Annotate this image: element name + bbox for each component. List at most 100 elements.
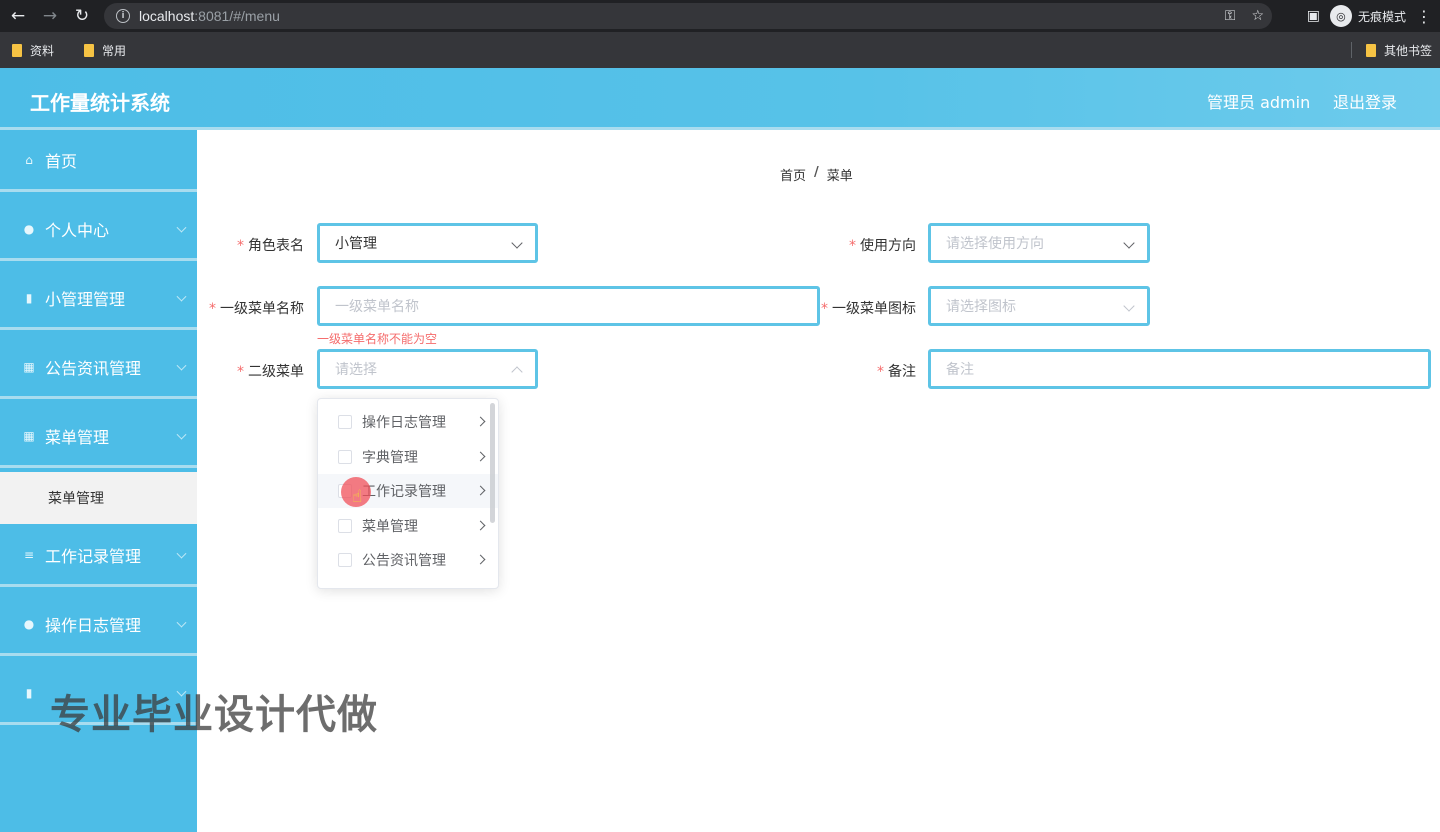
sidebar-item-label: 小管理管理 [45,289,126,309]
bookmark-folder-other[interactable]: 其他书签 [1350,32,1432,68]
menu2-cascader[interactable]: 请选择 [317,349,538,389]
star-icon[interactable]: ☆ [1251,8,1264,24]
reload-icon[interactable]: ↻ [68,2,96,30]
dropdown-option[interactable]: 操作日志管理 [318,405,498,439]
bookmark-label: 常用 [102,43,127,58]
sidebar-subitem-label: 菜单管理 [48,491,104,507]
kebab-menu-icon[interactable]: ⋮ [1416,7,1432,26]
bookmarks-bar: 资料 常用 其他书签 [0,32,1440,68]
breadcrumb-current: 菜单 [826,169,853,184]
app-title: 工作量统计系统 [30,91,170,115]
menu2-placeholder: 请选择 [335,362,377,378]
address-bar[interactable]: i localhost:8081/#/menu ⚿ ☆ [104,3,1272,29]
clipboard-icon: ▮ [25,685,33,700]
sidebar-subitem-menu-manage[interactable]: 菜单管理 [0,472,197,524]
grid-icon: ▦ [23,359,35,374]
logout-link[interactable]: 退出登录 [1333,89,1397,113]
side-panel-icon[interactable]: ▣ [1307,8,1320,24]
browser-toolbar: ← → ↻ i localhost:8081/#/menu ⚿ ☆ ▣ ◎ 无痕… [0,0,1440,32]
menu1-name-input[interactable]: 一级菜单名称 [317,286,820,326]
role-select-value: 小管理 [335,236,377,252]
checkbox[interactable] [338,553,352,567]
checkbox[interactable] [338,519,352,533]
sidebar-item-label: 公告资讯管理 [45,358,142,378]
chevron-right-icon [475,554,486,565]
chevron-right-icon [475,485,486,496]
menu1-name-error: 一级菜单名称不能为空 [317,332,438,346]
remark-input[interactable]: 备注 [928,349,1431,389]
menu2-label: * 二级菜单 [237,364,304,380]
menu1-icon-select[interactable]: 请选择图标 [928,286,1150,326]
chevron-right-icon [475,416,486,427]
breadcrumb: 首页 / 菜单 [780,165,853,184]
key-icon[interactable]: ⚿ [1225,8,1236,24]
sidebar-item-label: 工作记录管理 [45,546,142,566]
dropdown-option-label: 菜单管理 [362,519,418,535]
sidebar-item-label: 个人中心 [45,220,110,240]
chevron-down-icon [176,222,187,233]
chevron-right-icon [475,451,486,462]
chevron-down-icon [176,429,187,440]
dropdown-option[interactable]: 公告资讯管理 [318,543,498,577]
sidebar-item-menu[interactable]: ▦ 菜单管理 [0,406,197,468]
chevron-down-icon [176,291,187,302]
bookmark-folder-changyong[interactable]: 常用 [84,42,126,59]
watermark-text: 专业毕业设计代做 [50,692,378,738]
chevron-down-icon [511,237,523,249]
menu1-name-placeholder: 一级菜单名称 [335,299,419,315]
sidebar-item-announcements[interactable]: ▦ 公告资讯管理 [0,337,197,399]
dropdown-option[interactable]: 菜单管理 [318,509,498,543]
folder-icon [1365,43,1376,57]
menu1-icon-label: * 一级菜单图标 [821,301,916,317]
menu1-name-label: * 一级菜单名称 [209,301,304,317]
dropdown-option-label: 字典管理 [362,450,418,466]
chevron-down-icon [176,548,187,559]
url-path: :8081/#/menu [194,8,280,24]
sidebar-item-label: 首页 [45,151,78,171]
folder-icon [84,43,95,57]
bookmark-label: 其他书签 [1383,43,1432,58]
dropdown-option[interactable]: 字典管理 [318,440,498,474]
dropdown-option-label: 工作记录管理 [362,484,446,500]
direction-label: * 使用方向 [849,238,916,254]
dropdown-option-label: 公告资讯管理 [362,553,446,569]
list-icon: ≡ [23,547,35,562]
dropdown-scrollbar[interactable] [490,403,495,523]
sidebar-item-label: 操作日志管理 [45,615,142,635]
chevron-up-icon [511,366,523,378]
grid-icon: ▦ [23,428,35,443]
sidebar-item-label: 菜单管理 [45,427,110,447]
bookmark-folder-ziliao[interactable]: 资料 [12,42,54,59]
direction-select[interactable]: 请选择使用方向 [928,223,1150,263]
remark-placeholder: 备注 [946,362,974,378]
divider [1350,42,1352,58]
user-icon: ● [23,616,35,631]
direction-placeholder: 请选择使用方向 [946,236,1044,252]
sidebar-item-small-admin[interactable]: ▮ 小管理管理 [0,268,197,330]
role-select[interactable]: 小管理 [317,223,538,263]
breadcrumb-separator: / [814,165,819,180]
back-arrow-icon[interactable]: ← [4,2,32,30]
chevron-down-icon [176,617,187,628]
folder-icon [12,43,22,57]
url-host: localhost [139,8,195,24]
user-icon: ● [23,221,35,236]
sidebar-item-home[interactable]: ⌂ 首页 [0,130,197,192]
forward-arrow-icon[interactable]: → [36,2,64,30]
sidebar-item-operation-log[interactable]: ● 操作日志管理 [0,594,197,656]
sidebar-item-work-records[interactable]: ≡ 工作记录管理 [0,525,197,587]
checkbox[interactable] [338,415,352,429]
home-icon: ⌂ [25,152,33,167]
remark-label: * 备注 [877,364,916,380]
app-header: 工作量统计系统 管理员 admin 退出登录 [0,68,1440,130]
sidebar-item-profile[interactable]: ● 个人中心 [0,199,197,261]
hand-cursor-icon: ☝ [352,487,363,507]
chevron-right-icon [475,520,486,531]
role-label: * 角色表名 [237,238,304,254]
chevron-down-icon [176,360,187,371]
breadcrumb-home[interactable]: 首页 [780,165,806,184]
info-icon[interactable]: i [116,9,130,23]
checkbox[interactable] [338,450,352,464]
incognito-badge[interactable]: ◎ 无痕模式 [1329,5,1406,27]
menu1-icon-placeholder: 请选择图标 [946,299,1016,315]
